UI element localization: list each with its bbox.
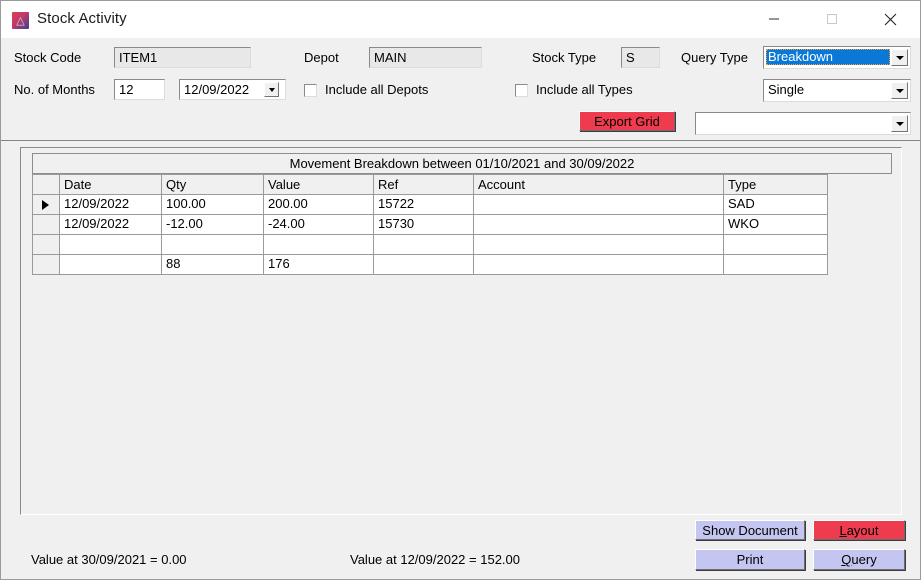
maximize-icon[interactable] <box>809 1 855 37</box>
cell-value[interactable]: -24.00 <box>264 215 374 235</box>
query-form-panel: Stock Code ITEM1 No. of Months 12 12/09/… <box>1 38 920 141</box>
cell-ref[interactable]: 15722 <box>374 195 474 215</box>
grid-header-value[interactable]: Value <box>264 174 374 195</box>
months-label: No. of Months <box>14 82 95 97</box>
cell-account[interactable] <box>474 235 724 255</box>
query-type-select[interactable]: Breakdown <box>763 46 911 69</box>
query-type-label: Query Type <box>681 50 748 65</box>
table-row-totals[interactable]: 88 176 <box>32 255 828 275</box>
window-title: Stock Activity <box>37 10 127 27</box>
stock-activity-window: △ Stock Activity Stock Code ITEM1 No. of… <box>0 0 921 580</box>
cell-value[interactable]: 200.00 <box>264 195 374 215</box>
layout-button[interactable]: Layout <box>813 520 905 540</box>
row-selector[interactable] <box>32 195 60 215</box>
extra-select[interactable] <box>695 112 911 135</box>
table-row[interactable]: 12/09/2022 -12.00 -24.00 15730 WKO <box>32 215 828 235</box>
minimize-icon[interactable] <box>751 1 797 37</box>
stock-type-input[interactable]: S <box>621 47 660 68</box>
query-label: Query <box>841 552 877 567</box>
scope-select[interactable]: Single <box>763 79 911 102</box>
chevron-down-icon[interactable] <box>891 49 908 66</box>
grid-header-date[interactable]: Date <box>60 174 162 195</box>
query-type-value[interactable]: Breakdown <box>766 49 890 65</box>
print-button[interactable]: Print <box>695 549 805 570</box>
cell-type[interactable] <box>724 235 828 255</box>
cell-date[interactable] <box>60 255 162 275</box>
include-all-types-label: Include all Types <box>536 82 633 97</box>
show-document-label: Show Document <box>702 522 798 538</box>
cell-qty-total[interactable]: 88 <box>162 255 264 275</box>
query-button[interactable]: Query <box>813 549 905 570</box>
value-opening-status: Value at 30/09/2021 = 0.00 <box>31 552 187 567</box>
cell-type[interactable] <box>724 255 828 275</box>
table-row[interactable]: 12/09/2022 100.00 200.00 15722 SAD <box>32 195 828 215</box>
row-selector[interactable] <box>32 255 60 275</box>
extra-value[interactable] <box>698 115 890 131</box>
cell-qty[interactable]: 100.00 <box>162 195 264 215</box>
row-selector[interactable] <box>32 215 60 235</box>
cell-value[interactable] <box>264 235 374 255</box>
cell-date[interactable]: 12/09/2022 <box>60 215 162 235</box>
include-all-depots-box[interactable] <box>304 84 317 97</box>
date-dropdown-arrow-icon[interactable] <box>264 82 279 97</box>
grid-header-type[interactable]: Type <box>724 174 828 195</box>
row-selector[interactable] <box>32 235 60 255</box>
movement-grid[interactable]: Date Qty Value Ref Account Type 12/09/20… <box>32 174 828 278</box>
cell-qty[interactable] <box>162 235 264 255</box>
layout-label: Layout <box>839 522 879 538</box>
include-all-depots-label: Include all Depots <box>325 82 429 97</box>
table-row[interactable] <box>32 235 828 255</box>
cell-value-total[interactable]: 176 <box>264 255 374 275</box>
grid-header-ref[interactable]: Ref <box>374 174 474 195</box>
depot-input[interactable]: MAIN <box>369 47 482 68</box>
scope-value[interactable]: Single <box>766 82 890 98</box>
chevron-down-icon[interactable] <box>891 115 908 132</box>
grid-header-indicator <box>32 174 60 195</box>
cell-type[interactable]: SAD <box>724 195 828 215</box>
row-caret-icon <box>42 199 49 210</box>
cell-date[interactable]: 12/09/2022 <box>60 195 162 215</box>
show-document-button[interactable]: Show Document <box>695 520 805 540</box>
export-grid-button[interactable]: Export Grid <box>579 111 675 131</box>
print-label: Print <box>736 552 764 567</box>
grid-title: Movement Breakdown between 01/10/2021 an… <box>32 153 892 174</box>
include-all-types-box[interactable] <box>515 84 528 97</box>
cell-account[interactable] <box>474 255 724 275</box>
depot-label: Depot <box>304 50 339 65</box>
months-input[interactable]: 12 <box>114 79 165 100</box>
grid-header-qty[interactable]: Qty <box>162 174 264 195</box>
cell-ref[interactable] <box>374 255 474 275</box>
cell-date[interactable] <box>60 235 162 255</box>
title-bar: △ Stock Activity <box>1 1 920 38</box>
cell-account[interactable] <box>474 215 724 235</box>
grid-header-row: Date Qty Value Ref Account Type <box>32 174 828 195</box>
export-grid-label: Export Grid <box>594 113 660 129</box>
stock-code-label: Stock Code <box>14 50 82 65</box>
cell-qty[interactable]: -12.00 <box>162 215 264 235</box>
close-icon[interactable] <box>867 1 913 37</box>
cell-account[interactable] <box>474 195 724 215</box>
cell-ref[interactable] <box>374 235 474 255</box>
cell-ref[interactable]: 15730 <box>374 215 474 235</box>
cell-type[interactable]: WKO <box>724 215 828 235</box>
app-logo-icon: △ <box>12 12 29 29</box>
chevron-down-icon[interactable] <box>891 82 908 99</box>
stock-code-input[interactable]: ITEM1 <box>114 47 251 68</box>
value-closing-status: Value at 12/09/2022 = 152.00 <box>350 552 520 567</box>
grid-header-account[interactable]: Account <box>474 174 724 195</box>
movement-grid-panel: Movement Breakdown between 01/10/2021 an… <box>20 147 902 515</box>
stock-type-label: Stock Type <box>532 50 597 65</box>
